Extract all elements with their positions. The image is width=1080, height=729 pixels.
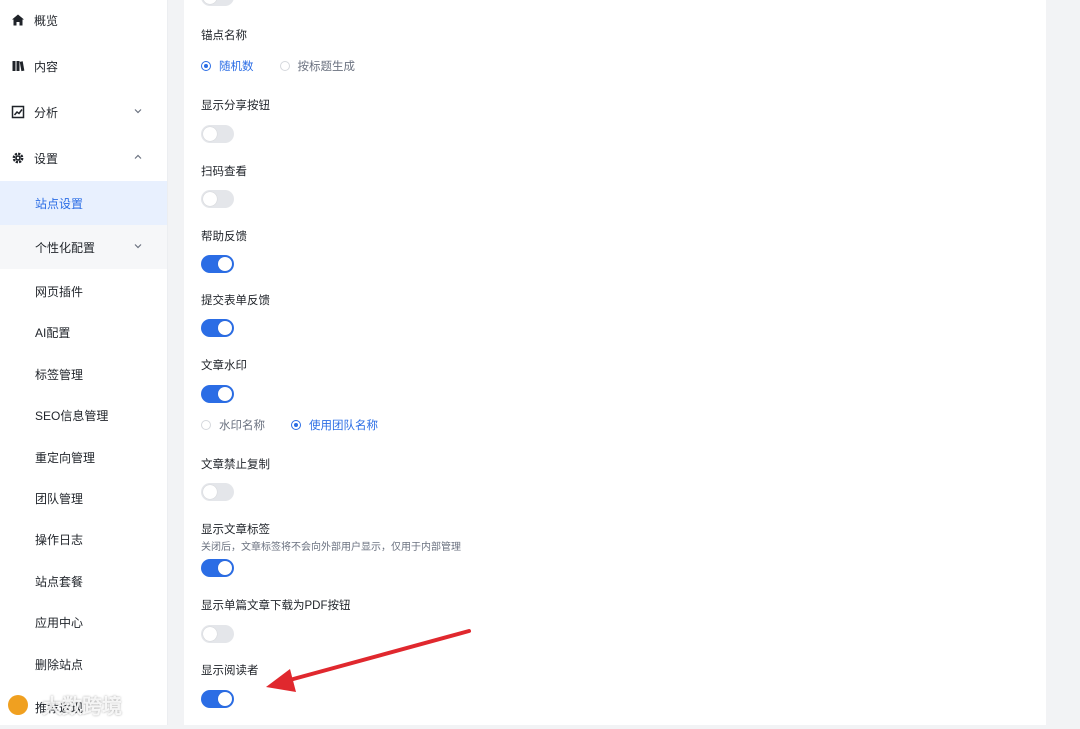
sidebar-item-label: 团队管理 bbox=[35, 491, 84, 506]
toggle-previous-setting[interactable] bbox=[201, 0, 234, 6]
sidebar-item-label: SEO信息管理 bbox=[35, 408, 109, 423]
toggle-form-feedback[interactable] bbox=[201, 319, 234, 337]
toggle-show-share-button[interactable] bbox=[201, 125, 234, 143]
sidebar-item-label: 网页插件 bbox=[35, 284, 84, 299]
sidebar-item-label: 站点设置 bbox=[35, 196, 84, 211]
anchor-name-radio-group: 随机数 按标题生成 bbox=[201, 58, 381, 74]
sidebar-item-redirect-management[interactable]: 重定向管理 bbox=[0, 435, 167, 479]
sidebar-item-label: 设置 bbox=[34, 151, 59, 166]
toggle-help-feedback[interactable] bbox=[201, 255, 234, 273]
show-pdf-download-label: 显示单篇文章下载为PDF按钮 bbox=[201, 600, 351, 612]
settings-panel: 锚点名称 随机数 按标题生成 显示分享按钮 扫码查看 帮助反馈 提交表单反馈 文… bbox=[184, 0, 1046, 725]
toggle-show-readers[interactable] bbox=[201, 690, 234, 708]
radio-watermark-name[interactable]: 水印名称 bbox=[201, 417, 265, 433]
show-share-button-label: 显示分享按钮 bbox=[201, 100, 270, 112]
radio-use-team-name[interactable]: 使用团队名称 bbox=[291, 417, 378, 433]
sidebar-item-label: 分析 bbox=[34, 105, 59, 120]
sidebar-item-label: 重定向管理 bbox=[35, 450, 96, 465]
disable-copy-label: 文章禁止复制 bbox=[201, 459, 270, 471]
watermark: 大数跨境 bbox=[8, 690, 122, 719]
sidebar-item-site-plan[interactable]: 站点套餐 bbox=[0, 559, 167, 603]
sidebar-item-label: 标签管理 bbox=[35, 367, 84, 382]
sidebar-item-label: 个性化配置 bbox=[35, 240, 96, 255]
sidebar-item-team-management[interactable]: 团队管理 bbox=[0, 476, 167, 520]
sidebar-item-label: 内容 bbox=[34, 59, 59, 74]
show-article-tags-label: 显示文章标签 bbox=[201, 524, 270, 536]
toggle-scan-view[interactable] bbox=[201, 190, 234, 208]
watermark-radio-group: 水印名称 使用团队名称 bbox=[201, 417, 404, 433]
sidebar-item-analysis[interactable]: 分析 bbox=[0, 90, 167, 134]
sidebar-item-settings[interactable]: 设置 bbox=[0, 136, 167, 180]
sidebar-item-web-plugin[interactable]: 网页插件 bbox=[0, 269, 167, 313]
sidebar-item-site-settings[interactable]: 站点设置 bbox=[0, 181, 167, 225]
anchor-name-label: 锚点名称 bbox=[201, 30, 247, 42]
sidebar-item-delete-site[interactable]: 删除站点 bbox=[0, 642, 167, 686]
sidebar-item-label: 删除站点 bbox=[35, 657, 84, 672]
home-icon bbox=[11, 13, 25, 27]
chevron-down-icon bbox=[133, 106, 143, 116]
toggle-show-article-tags[interactable] bbox=[201, 559, 234, 577]
help-feedback-label: 帮助反馈 bbox=[201, 231, 247, 243]
sidebar-item-overview[interactable]: 概览 bbox=[0, 0, 167, 42]
sidebar-item-tag-management[interactable]: 标签管理 bbox=[0, 352, 167, 396]
sidebar-item-label: AI配置 bbox=[35, 325, 71, 340]
chevron-up-icon bbox=[133, 152, 143, 162]
sidebar-item-operation-log[interactable]: 操作日志 bbox=[0, 517, 167, 561]
form-feedback-label: 提交表单反馈 bbox=[201, 295, 270, 307]
chart-icon bbox=[11, 105, 25, 119]
sidebar-item-label: 概览 bbox=[34, 13, 59, 28]
sidebar-item-app-center[interactable]: 应用中心 bbox=[0, 600, 167, 644]
sidebar-item-seo-management[interactable]: SEO信息管理 bbox=[0, 393, 167, 437]
show-article-tags-description: 关闭后，文章标签将不会向外部用户显示，仅用于内部管理 bbox=[201, 542, 461, 553]
chevron-down-icon bbox=[133, 241, 143, 251]
sidebar-item-content[interactable]: 内容 bbox=[0, 44, 167, 88]
sidebar-item-ai-config[interactable]: AI配置 bbox=[0, 310, 167, 354]
sidebar-item-label: 应用中心 bbox=[35, 615, 84, 630]
watermark-logo-icon bbox=[8, 694, 28, 715]
scan-view-label: 扫码查看 bbox=[201, 166, 247, 178]
book-icon bbox=[11, 59, 25, 73]
article-watermark-label: 文章水印 bbox=[201, 360, 247, 372]
radio-random-number[interactable]: 随机数 bbox=[201, 58, 254, 74]
sidebar-item-personalization[interactable]: 个性化配置 bbox=[0, 225, 167, 269]
show-readers-label: 显示阅读者 bbox=[201, 665, 259, 677]
sidebar-item-label: 站点套餐 bbox=[35, 574, 84, 589]
sidebar-item-label: 操作日志 bbox=[35, 532, 84, 547]
sidebar: 概览 内容 分析 设置 站点设置 个性化配置 网页插件 AI配置 标签管理 SE… bbox=[0, 0, 168, 725]
toggle-disable-copy[interactable] bbox=[201, 483, 234, 501]
radio-by-heading[interactable]: 按标题生成 bbox=[279, 58, 355, 74]
gear-icon bbox=[11, 151, 25, 165]
toggle-show-pdf-download[interactable] bbox=[201, 625, 234, 643]
toggle-article-watermark[interactable] bbox=[201, 385, 234, 403]
show-article-tags-setting: 显示文章标签 关闭后，文章标签将不会向外部用户显示，仅用于内部管理 bbox=[201, 523, 461, 554]
